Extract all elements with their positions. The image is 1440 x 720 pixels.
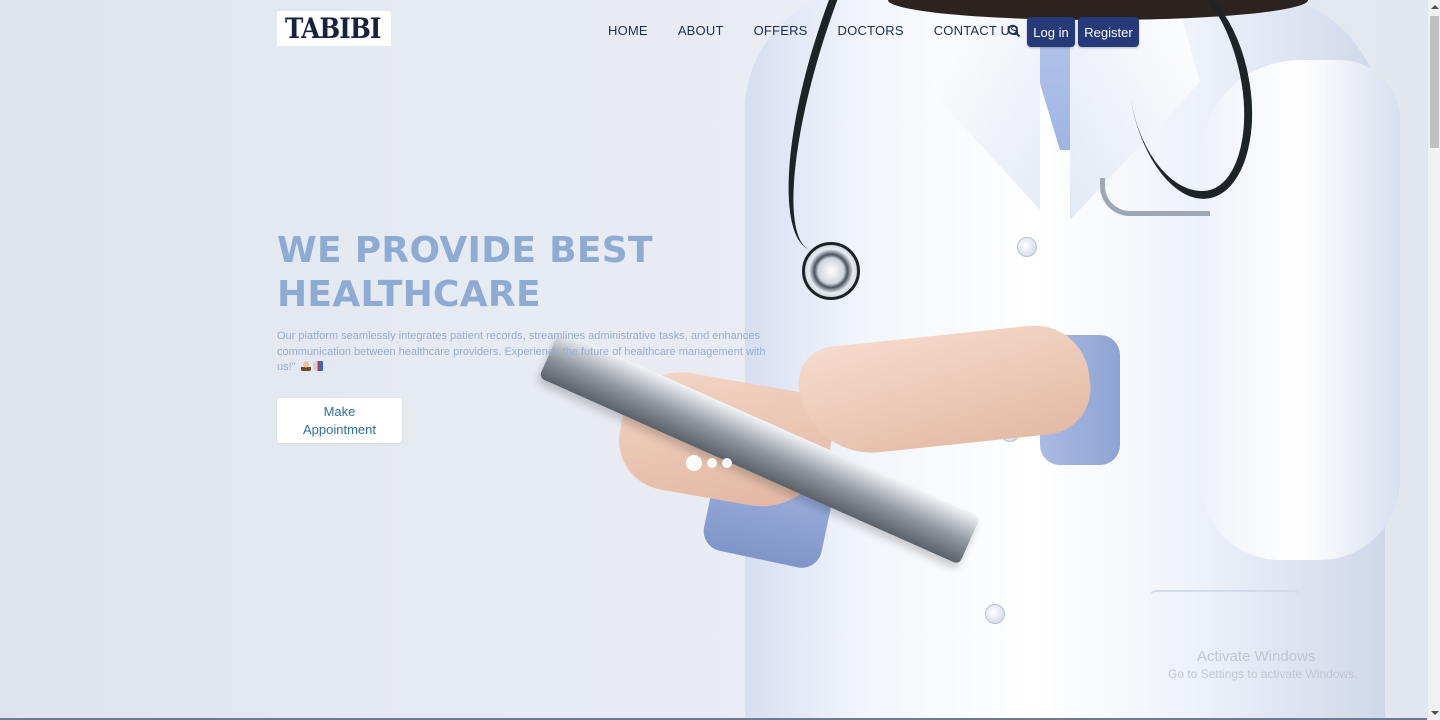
carousel-indicators	[686, 455, 737, 471]
scrollbar-thumb[interactable]	[1430, 16, 1439, 148]
nav-home[interactable]: HOME	[608, 23, 648, 38]
watermark-title: Activate Windows	[1197, 648, 1316, 665]
brand-logo[interactable]: TABIBI	[277, 11, 391, 46]
scroll-down-arrow-icon[interactable]	[1428, 706, 1440, 720]
hero-description-text: Our platform seamlessly integrates patie…	[277, 330, 766, 373]
brand-name: TABIBI	[285, 12, 381, 45]
nav-offers[interactable]: OFFERS	[754, 23, 808, 38]
hospital-emoji	[312, 361, 323, 371]
register-button[interactable]: Register	[1078, 17, 1139, 47]
stethoscope-chestpiece	[802, 242, 860, 300]
carousel-dot[interactable]	[707, 458, 717, 468]
coat-button	[1017, 237, 1037, 257]
carousel-dot[interactable]	[722, 458, 732, 468]
login-button[interactable]: Log in	[1027, 17, 1075, 47]
hero-title: WE PROVIDE BEST HEALTHCARE	[277, 229, 697, 317]
nav-about[interactable]: ABOUT	[678, 23, 724, 38]
hero-description: Our platform seamlessly integrates patie…	[277, 329, 767, 376]
hero-title-line1: WE PROVIDE BEST	[277, 230, 653, 271]
nav-doctors[interactable]: DOCTORS	[838, 23, 904, 38]
scroll-up-arrow-icon[interactable]	[1428, 0, 1440, 14]
watermark-subtitle: Go to Settings to activate Windows.	[1168, 666, 1358, 681]
activate-windows-watermark: Activate Windows Go to Settings to activ…	[1168, 648, 1357, 682]
make-appointment-button[interactable]: Make Appointment	[277, 398, 402, 443]
stethoscope-earpiece	[1100, 178, 1210, 216]
carousel-dot-active[interactable]	[686, 455, 702, 471]
vertical-scrollbar[interactable]	[1427, 0, 1440, 720]
hero-section: TABIBI HOME ABOUT OFFERS DOCTORS CONTACT…	[0, 0, 1427, 720]
hero-title-line2: HEALTHCARE	[277, 274, 541, 315]
health-worker-emoji	[300, 361, 311, 371]
search-icon[interactable]	[1007, 24, 1021, 38]
coat-button	[985, 604, 1005, 624]
main-nav: HOME ABOUT OFFERS DOCTORS CONTACT US	[608, 23, 1049, 38]
